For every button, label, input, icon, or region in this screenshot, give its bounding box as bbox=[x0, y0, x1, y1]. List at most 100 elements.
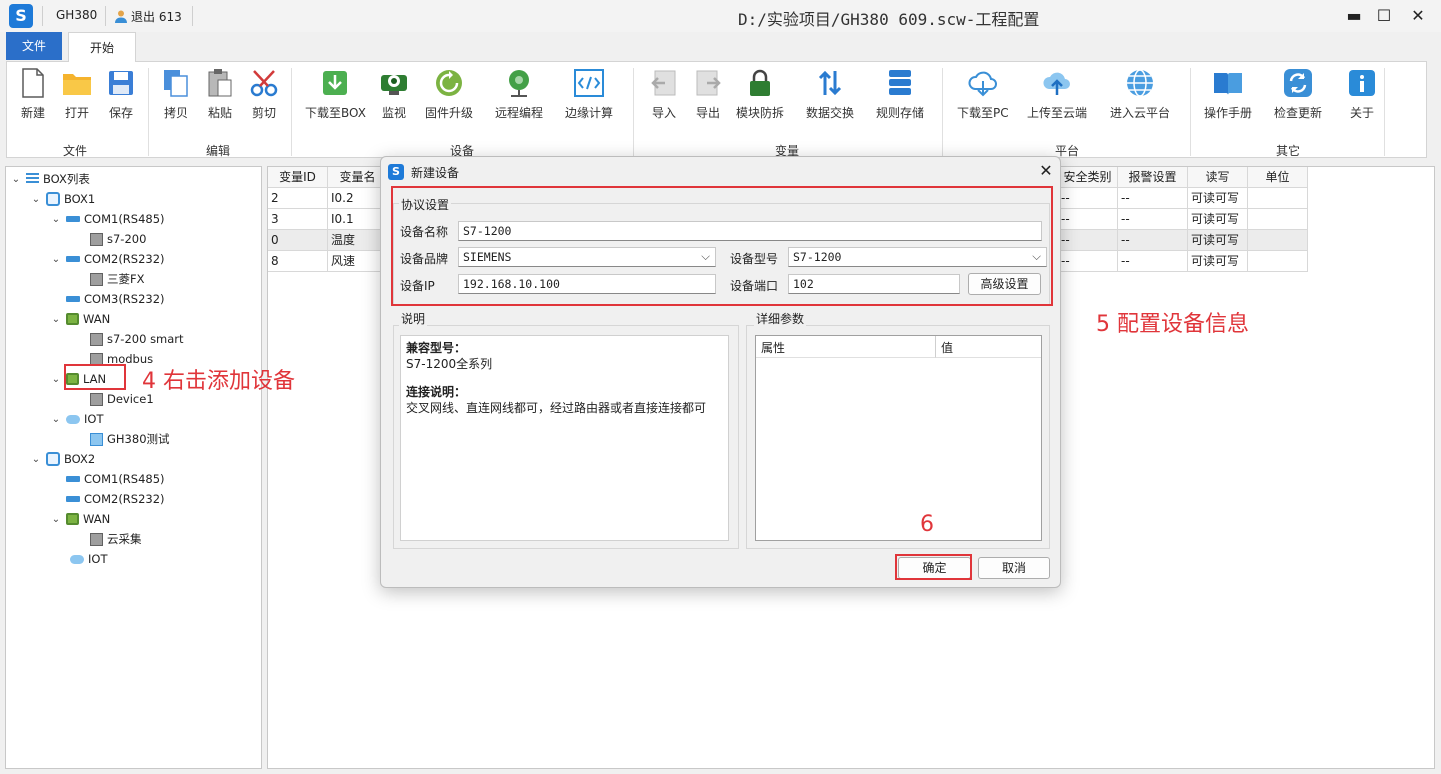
table-cell[interactable]: -- bbox=[1118, 209, 1188, 230]
tree-item-com2[interactable]: COM2(RS232) bbox=[66, 489, 165, 509]
list-icon bbox=[26, 173, 39, 185]
save-button[interactable]: 保存 bbox=[105, 66, 137, 121]
table-cell[interactable]: -- bbox=[1058, 230, 1118, 251]
upload-to-cloud-button[interactable]: 上传至云端 bbox=[1027, 66, 1087, 121]
column-header[interactable]: 安全类别 bbox=[1058, 167, 1118, 188]
table-cell[interactable]: I0.2 bbox=[328, 188, 388, 209]
tab-home[interactable]: 开始 bbox=[68, 32, 136, 62]
column-header[interactable]: 变量ID bbox=[268, 167, 328, 188]
minimize-button[interactable]: ▬ bbox=[1339, 4, 1369, 28]
table-cell[interactable]: 可读可写 bbox=[1188, 188, 1248, 209]
table-cell[interactable]: 0 bbox=[268, 230, 328, 251]
column-header[interactable]: 读写 bbox=[1188, 167, 1248, 188]
table-cell[interactable]: 3 bbox=[268, 209, 328, 230]
cut-button[interactable]: 剪切 bbox=[248, 66, 280, 121]
tree-item-label: COM2(RS232) bbox=[84, 252, 165, 266]
download-to-pc-button[interactable]: 下载至PC bbox=[957, 66, 1009, 121]
chevron-down-icon[interactable]: ⌄ bbox=[30, 454, 42, 465]
tree-item-com1[interactable]: COM1(RS485) bbox=[66, 469, 165, 489]
tree-item-iot[interactable]: ⌄ IOT bbox=[50, 409, 104, 429]
table-cell[interactable]: 风速 bbox=[328, 251, 388, 272]
download-to-box-button[interactable]: 下载至BOX bbox=[305, 66, 366, 121]
open-button[interactable]: 打开 bbox=[61, 66, 93, 121]
chevron-down-icon[interactable]: ⌄ bbox=[10, 174, 22, 185]
tree-item-com1[interactable]: ⌄ COM1(RS485) bbox=[50, 209, 165, 229]
logout-button[interactable]: 退出 613 bbox=[114, 6, 182, 26]
tree-item-com2[interactable]: ⌄ COM2(RS232) bbox=[50, 249, 165, 269]
chevron-down-icon[interactable]: ⌄ bbox=[50, 374, 62, 385]
import-button[interactable]: 导入 bbox=[648, 66, 680, 121]
table-cell[interactable]: 2 bbox=[268, 188, 328, 209]
chevron-down-icon[interactable]: ⌄ bbox=[50, 214, 62, 225]
table-cell[interactable]: 8 bbox=[268, 251, 328, 272]
divider bbox=[1190, 68, 1191, 156]
maximize-button[interactable]: ☐ bbox=[1369, 4, 1399, 28]
tree-item-label: COM2(RS232) bbox=[84, 492, 165, 506]
table-cell[interactable]: -- bbox=[1058, 209, 1118, 230]
annotation-highlight-ok bbox=[895, 554, 972, 580]
check-update-label: 检查更新 bbox=[1274, 106, 1323, 120]
tree-item-com3[interactable]: COM3(RS232) bbox=[66, 289, 165, 309]
module-anti-tamper-button[interactable]: 模块防拆 bbox=[736, 66, 784, 121]
table-cell[interactable] bbox=[1248, 209, 1308, 230]
close-icon[interactable]: ✕ bbox=[1036, 161, 1056, 180]
chevron-down-icon[interactable]: ⌄ bbox=[50, 414, 62, 425]
column-header[interactable]: 属性 bbox=[756, 336, 936, 358]
cloud-icon bbox=[70, 554, 84, 564]
group-label-edit: 编辑 bbox=[206, 144, 231, 158]
data-exchange-button[interactable]: 数据交换 bbox=[806, 66, 854, 121]
tree-item-box-list[interactable]: ⌄ BOX列表 bbox=[10, 169, 90, 189]
rule-storage-button[interactable]: 规则存储 bbox=[876, 66, 924, 121]
table-cell[interactable]: I0.1 bbox=[328, 209, 388, 230]
manual-button[interactable]: 操作手册 bbox=[1204, 66, 1252, 121]
copy-button[interactable]: 拷贝 bbox=[160, 66, 192, 121]
enter-cloud-platform-button[interactable]: 进入云平台 bbox=[1110, 66, 1170, 121]
chevron-down-icon[interactable]: ⌄ bbox=[50, 254, 62, 265]
table-cell[interactable]: -- bbox=[1058, 188, 1118, 209]
paste-button[interactable]: 粘贴 bbox=[204, 66, 236, 121]
chevron-down-icon[interactable]: ⌄ bbox=[30, 194, 42, 205]
table-cell[interactable]: -- bbox=[1118, 230, 1188, 251]
tree-item-device[interactable]: 云采集 bbox=[90, 529, 142, 549]
table-cell[interactable]: -- bbox=[1118, 188, 1188, 209]
tree-item-device[interactable]: 三菱FX bbox=[90, 269, 145, 289]
chevron-down-icon[interactable]: ⌄ bbox=[50, 314, 62, 325]
column-header[interactable]: 变量名 bbox=[328, 167, 388, 188]
tab-file[interactable]: 文件 bbox=[6, 32, 62, 60]
tree-item-device[interactable]: GH380测试 bbox=[90, 429, 170, 449]
check-update-button[interactable]: 检查更新 bbox=[1274, 66, 1322, 121]
table-cell[interactable]: 可读可写 bbox=[1188, 251, 1248, 272]
about-button[interactable]: 关于 bbox=[1346, 66, 1378, 121]
tree-item-box2[interactable]: ⌄ BOX2 bbox=[30, 449, 95, 469]
edge-compute-button[interactable]: 边缘计算 bbox=[565, 66, 613, 121]
box-tree-panel: ⌄ BOX列表 ⌄ BOX1 ⌄ COM1(RS485) s7-200 ⌄ COM2(R… bbox=[5, 166, 262, 769]
export-button[interactable]: 导出 bbox=[692, 66, 724, 121]
column-header[interactable]: 值 bbox=[936, 336, 1041, 358]
tree-item-device[interactable]: s7-200 smart bbox=[90, 329, 184, 349]
chevron-down-icon[interactable]: ⌄ bbox=[50, 514, 62, 525]
tree-item-wan[interactable]: ⌄ WAN bbox=[50, 309, 110, 329]
tree-item-box1[interactable]: ⌄ BOX1 bbox=[30, 189, 95, 209]
table-cell[interactable]: 可读可写 bbox=[1188, 230, 1248, 251]
column-header[interactable]: 单位 bbox=[1248, 167, 1308, 188]
divider bbox=[633, 68, 634, 156]
tree-item-iot[interactable]: IOT bbox=[70, 549, 107, 569]
table-cell[interactable]: 可读可写 bbox=[1188, 209, 1248, 230]
monitor-button[interactable]: 监视 bbox=[378, 66, 410, 121]
tree-item-wan[interactable]: ⌄ WAN bbox=[50, 509, 110, 529]
tree-item-device[interactable]: s7-200 bbox=[90, 229, 146, 249]
table-cell[interactable] bbox=[1248, 251, 1308, 272]
firmware-upgrade-button[interactable]: 固件升级 bbox=[425, 66, 473, 121]
close-window-button[interactable]: ✕ bbox=[1403, 4, 1433, 28]
table-cell[interactable] bbox=[1248, 188, 1308, 209]
new-button[interactable]: 新建 bbox=[17, 66, 49, 121]
remote-program-button[interactable]: 远程编程 bbox=[495, 66, 543, 121]
table-cell[interactable]: -- bbox=[1118, 251, 1188, 272]
table-cell[interactable]: 温度 bbox=[328, 230, 388, 251]
table-cell[interactable]: -- bbox=[1058, 251, 1118, 272]
table-cell[interactable] bbox=[1248, 230, 1308, 251]
download-to-pc-label: 下载至PC bbox=[957, 106, 1009, 120]
cancel-button[interactable]: 取消 bbox=[978, 557, 1050, 579]
import-icon bbox=[651, 70, 676, 96]
column-header[interactable]: 报警设置 bbox=[1118, 167, 1188, 188]
